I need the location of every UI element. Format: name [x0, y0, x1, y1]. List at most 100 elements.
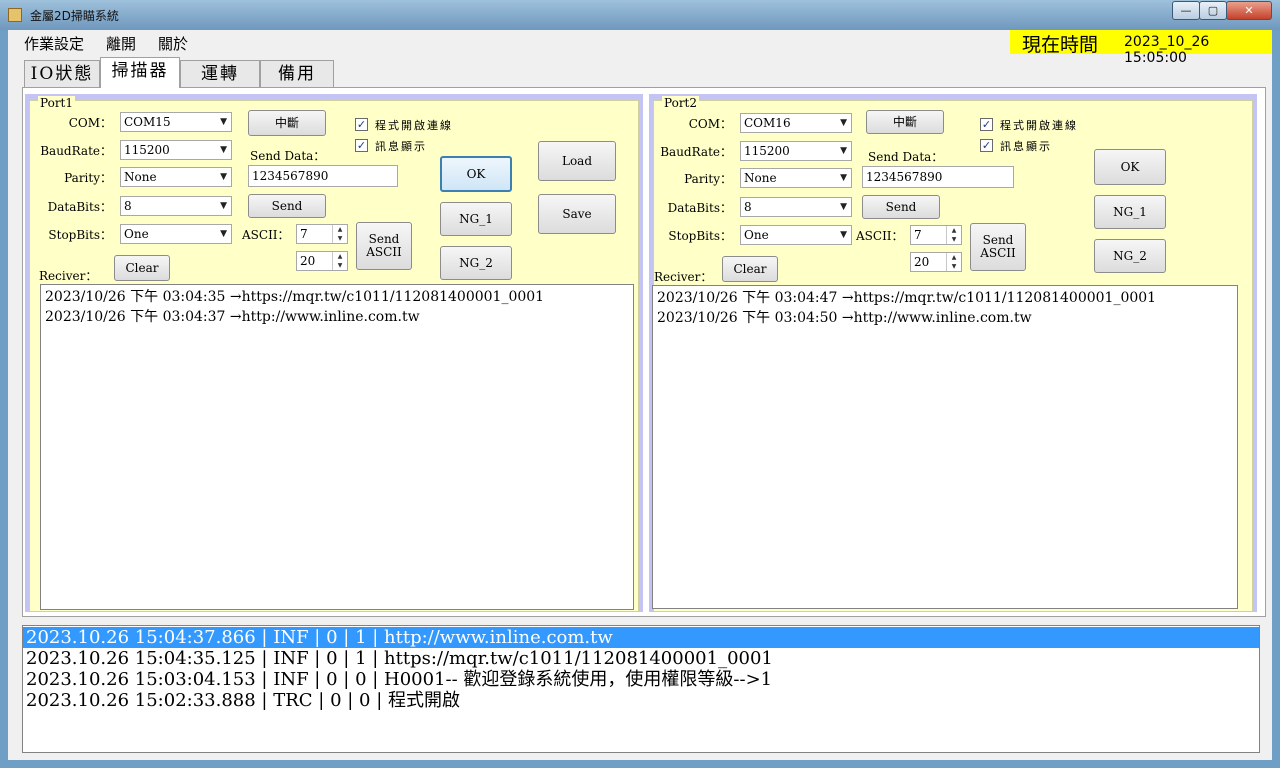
maximize-button[interactable]: ▢ [1199, 1, 1227, 20]
log-message: H0001-- 歡迎登錄系統使用，使用權限等級-->1 [384, 669, 773, 690]
port2-groupbox: Port2 COM： COM16 ▼ BaudRate： 115200 ▼ Pari… [652, 96, 1253, 612]
log-row[interactable]: 2023.10.26 15:03:04.153 | INF | 0 | 0 | … [23, 669, 1259, 690]
log-field-b: 0 [359, 690, 371, 711]
disconnect-button[interactable]: 中斷 [248, 110, 326, 136]
send-ascii-button[interactable]: Send ASCII [356, 222, 412, 270]
clock-value: 2023_10_26 15:05:00 [1124, 34, 1210, 66]
send-data-input[interactable]: 1234567890 [248, 165, 398, 187]
parity-select[interactable]: None ▼ [740, 168, 852, 188]
save-button[interactable]: Save [538, 194, 616, 234]
port1-groupbox: Port1 COM： COM15 ▼ BaudRate： 115200 ▼ Pari… [29, 96, 639, 612]
receiver-line: 2023/10/26 下午 03:04:47 →https://mqr.tw/c… [657, 290, 1157, 306]
baudrate-label: BaudRate： [660, 145, 732, 159]
baudrate-select[interactable]: 115200 ▼ [120, 140, 232, 160]
load-button[interactable]: Load [538, 141, 616, 181]
receiver-line: 2023/10/26 下午 03:04:37 →http://www.inlin… [45, 309, 420, 325]
ascii-spin-1[interactable]: 7 ▲ ▼ [296, 224, 348, 244]
send-data-input[interactable]: 1234567890 [862, 166, 1014, 188]
spin-arrows-icon[interactable]: ▲ ▼ [332, 225, 347, 243]
log-level: INF [273, 669, 309, 690]
parity-select[interactable]: None ▼ [120, 167, 232, 187]
chevron-down-icon: ▼ [220, 117, 227, 127]
chevron-down-icon: ▼ [840, 202, 847, 212]
minimize-button[interactable]: — [1172, 1, 1200, 20]
show-msg-checkbox[interactable]: ✓ [980, 139, 993, 152]
clock-label: 現在時間 [1022, 34, 1099, 56]
receiver-label: Reciver： [654, 270, 713, 284]
disconnect-button[interactable]: 中斷 [866, 110, 944, 134]
port2-receiver-box[interactable]: 2023/10/26 下午 03:04:47 →https://mqr.tw/c… [652, 285, 1238, 609]
databits-label: DataBits： [667, 201, 732, 215]
databits-value: 8 [744, 200, 752, 214]
clear-button[interactable]: Clear [722, 256, 778, 282]
log-field-a: 0 [326, 627, 338, 648]
ng1-button[interactable]: NG_1 [440, 202, 512, 236]
show-msg-label: 訊息顯示 [375, 140, 427, 153]
baudrate-value: 115200 [124, 143, 170, 157]
databits-select[interactable]: 8 ▼ [120, 196, 232, 216]
log-row[interactable]: 2023.10.26 15:04:37.866 | INF | 0 | 1 | … [23, 627, 1259, 648]
ng1-button[interactable]: NG_1 [1094, 195, 1166, 229]
chevron-down-icon: ▼ [840, 146, 847, 156]
stopbits-select[interactable]: One ▼ [120, 224, 232, 244]
port1-panel: Port1 COM： COM15 ▼ BaudRate： 115200 ▼ Pari… [25, 94, 643, 612]
tab-spare[interactable]: 備用 [260, 60, 334, 87]
auto-connect-label: 程式開啟連線 [375, 119, 453, 132]
log-field-b: 0 [355, 669, 367, 690]
receiver-line: 2023/10/26 下午 03:04:35 →https://mqr.tw/c… [45, 289, 545, 305]
log-row[interactable]: 2023.10.26 15:04:35.125 | INF | 0 | 1 | … [23, 648, 1259, 669]
ascii-spin-2[interactable]: 20 ▲ ▼ [296, 251, 348, 271]
com-select[interactable]: COM16 ▼ [740, 113, 852, 133]
clear-button[interactable]: Clear [114, 255, 170, 281]
menu-job-settings[interactable]: 作業設定 [24, 33, 84, 54]
show-msg-checkbox[interactable]: ✓ [355, 139, 368, 152]
ok-button[interactable]: OK [440, 156, 512, 192]
spin-arrows-icon[interactable]: ▲ ▼ [946, 253, 961, 271]
ng2-button[interactable]: NG_2 [1094, 239, 1166, 273]
parity-label: Parity： [684, 172, 732, 186]
baudrate-select[interactable]: 115200 ▼ [740, 141, 852, 161]
ok-button[interactable]: OK [1094, 149, 1166, 185]
log-time: 2023.10.26 15:03:04.153 [26, 669, 256, 690]
com-select[interactable]: COM15 ▼ [120, 112, 232, 132]
send-button[interactable]: Send [248, 194, 326, 218]
com-value: COM15 [124, 115, 171, 129]
com-value: COM16 [744, 116, 791, 130]
show-msg-label: 訊息顯示 [1000, 140, 1052, 153]
stopbits-label: StopBits： [668, 229, 732, 243]
port1-receiver-box[interactable]: 2023/10/26 下午 03:04:35 →https://mqr.tw/c… [40, 284, 634, 610]
log-row[interactable]: 2023.10.26 15:02:33.888 | TRC | 0 | 0 | … [23, 690, 1259, 711]
ascii-spin-1[interactable]: 7 ▲ ▼ [910, 225, 962, 245]
stopbits-select[interactable]: One ▼ [740, 225, 852, 245]
ascii-label: ASCII： [856, 229, 904, 243]
menu-about[interactable]: 關於 [158, 33, 188, 54]
send-button[interactable]: Send [862, 195, 940, 219]
parity-value: None [124, 170, 157, 184]
title-bar[interactable]: 金屬2D掃瞄系統 — ▢ ✕ [0, 0, 1280, 30]
log-field-b: 1 [355, 648, 367, 669]
databits-select[interactable]: 8 ▼ [740, 197, 852, 217]
databits-label: DataBits： [47, 200, 112, 214]
auto-connect-checkbox[interactable]: ✓ [980, 118, 993, 131]
auto-connect-checkbox[interactable]: ✓ [355, 118, 368, 131]
ascii-value-2: 20 [300, 254, 316, 268]
baudrate-label: BaudRate： [40, 144, 112, 158]
spin-arrows-icon[interactable]: ▲ ▼ [332, 252, 347, 270]
ascii-label: ASCII： [242, 228, 290, 242]
tab-io-status[interactable]: IO狀態 [24, 60, 100, 87]
log-message: https://mqr.tw/c1011/112081400001_0001 [384, 648, 773, 669]
tab-run[interactable]: 運轉 [180, 60, 260, 87]
menu-exit[interactable]: 離開 [106, 33, 136, 54]
spin-arrows-icon[interactable]: ▲ ▼ [946, 226, 961, 244]
log-list[interactable]: 2023.10.26 15:04:37.866 | INF | 0 | 1 | … [22, 625, 1260, 753]
ascii-spin-2[interactable]: 20 ▲ ▼ [910, 252, 962, 272]
baudrate-value: 115200 [744, 144, 790, 158]
stopbits-value: One [124, 227, 149, 241]
send-ascii-button[interactable]: Send ASCII [970, 223, 1026, 271]
log-field-a: 0 [330, 690, 342, 711]
port2-title: Port2 [662, 96, 700, 110]
auto-connect-label: 程式開啟連線 [1000, 119, 1078, 132]
tab-scanner[interactable]: 掃描器 [100, 57, 180, 88]
close-button[interactable]: ✕ [1226, 1, 1272, 20]
ng2-button[interactable]: NG_2 [440, 246, 512, 280]
